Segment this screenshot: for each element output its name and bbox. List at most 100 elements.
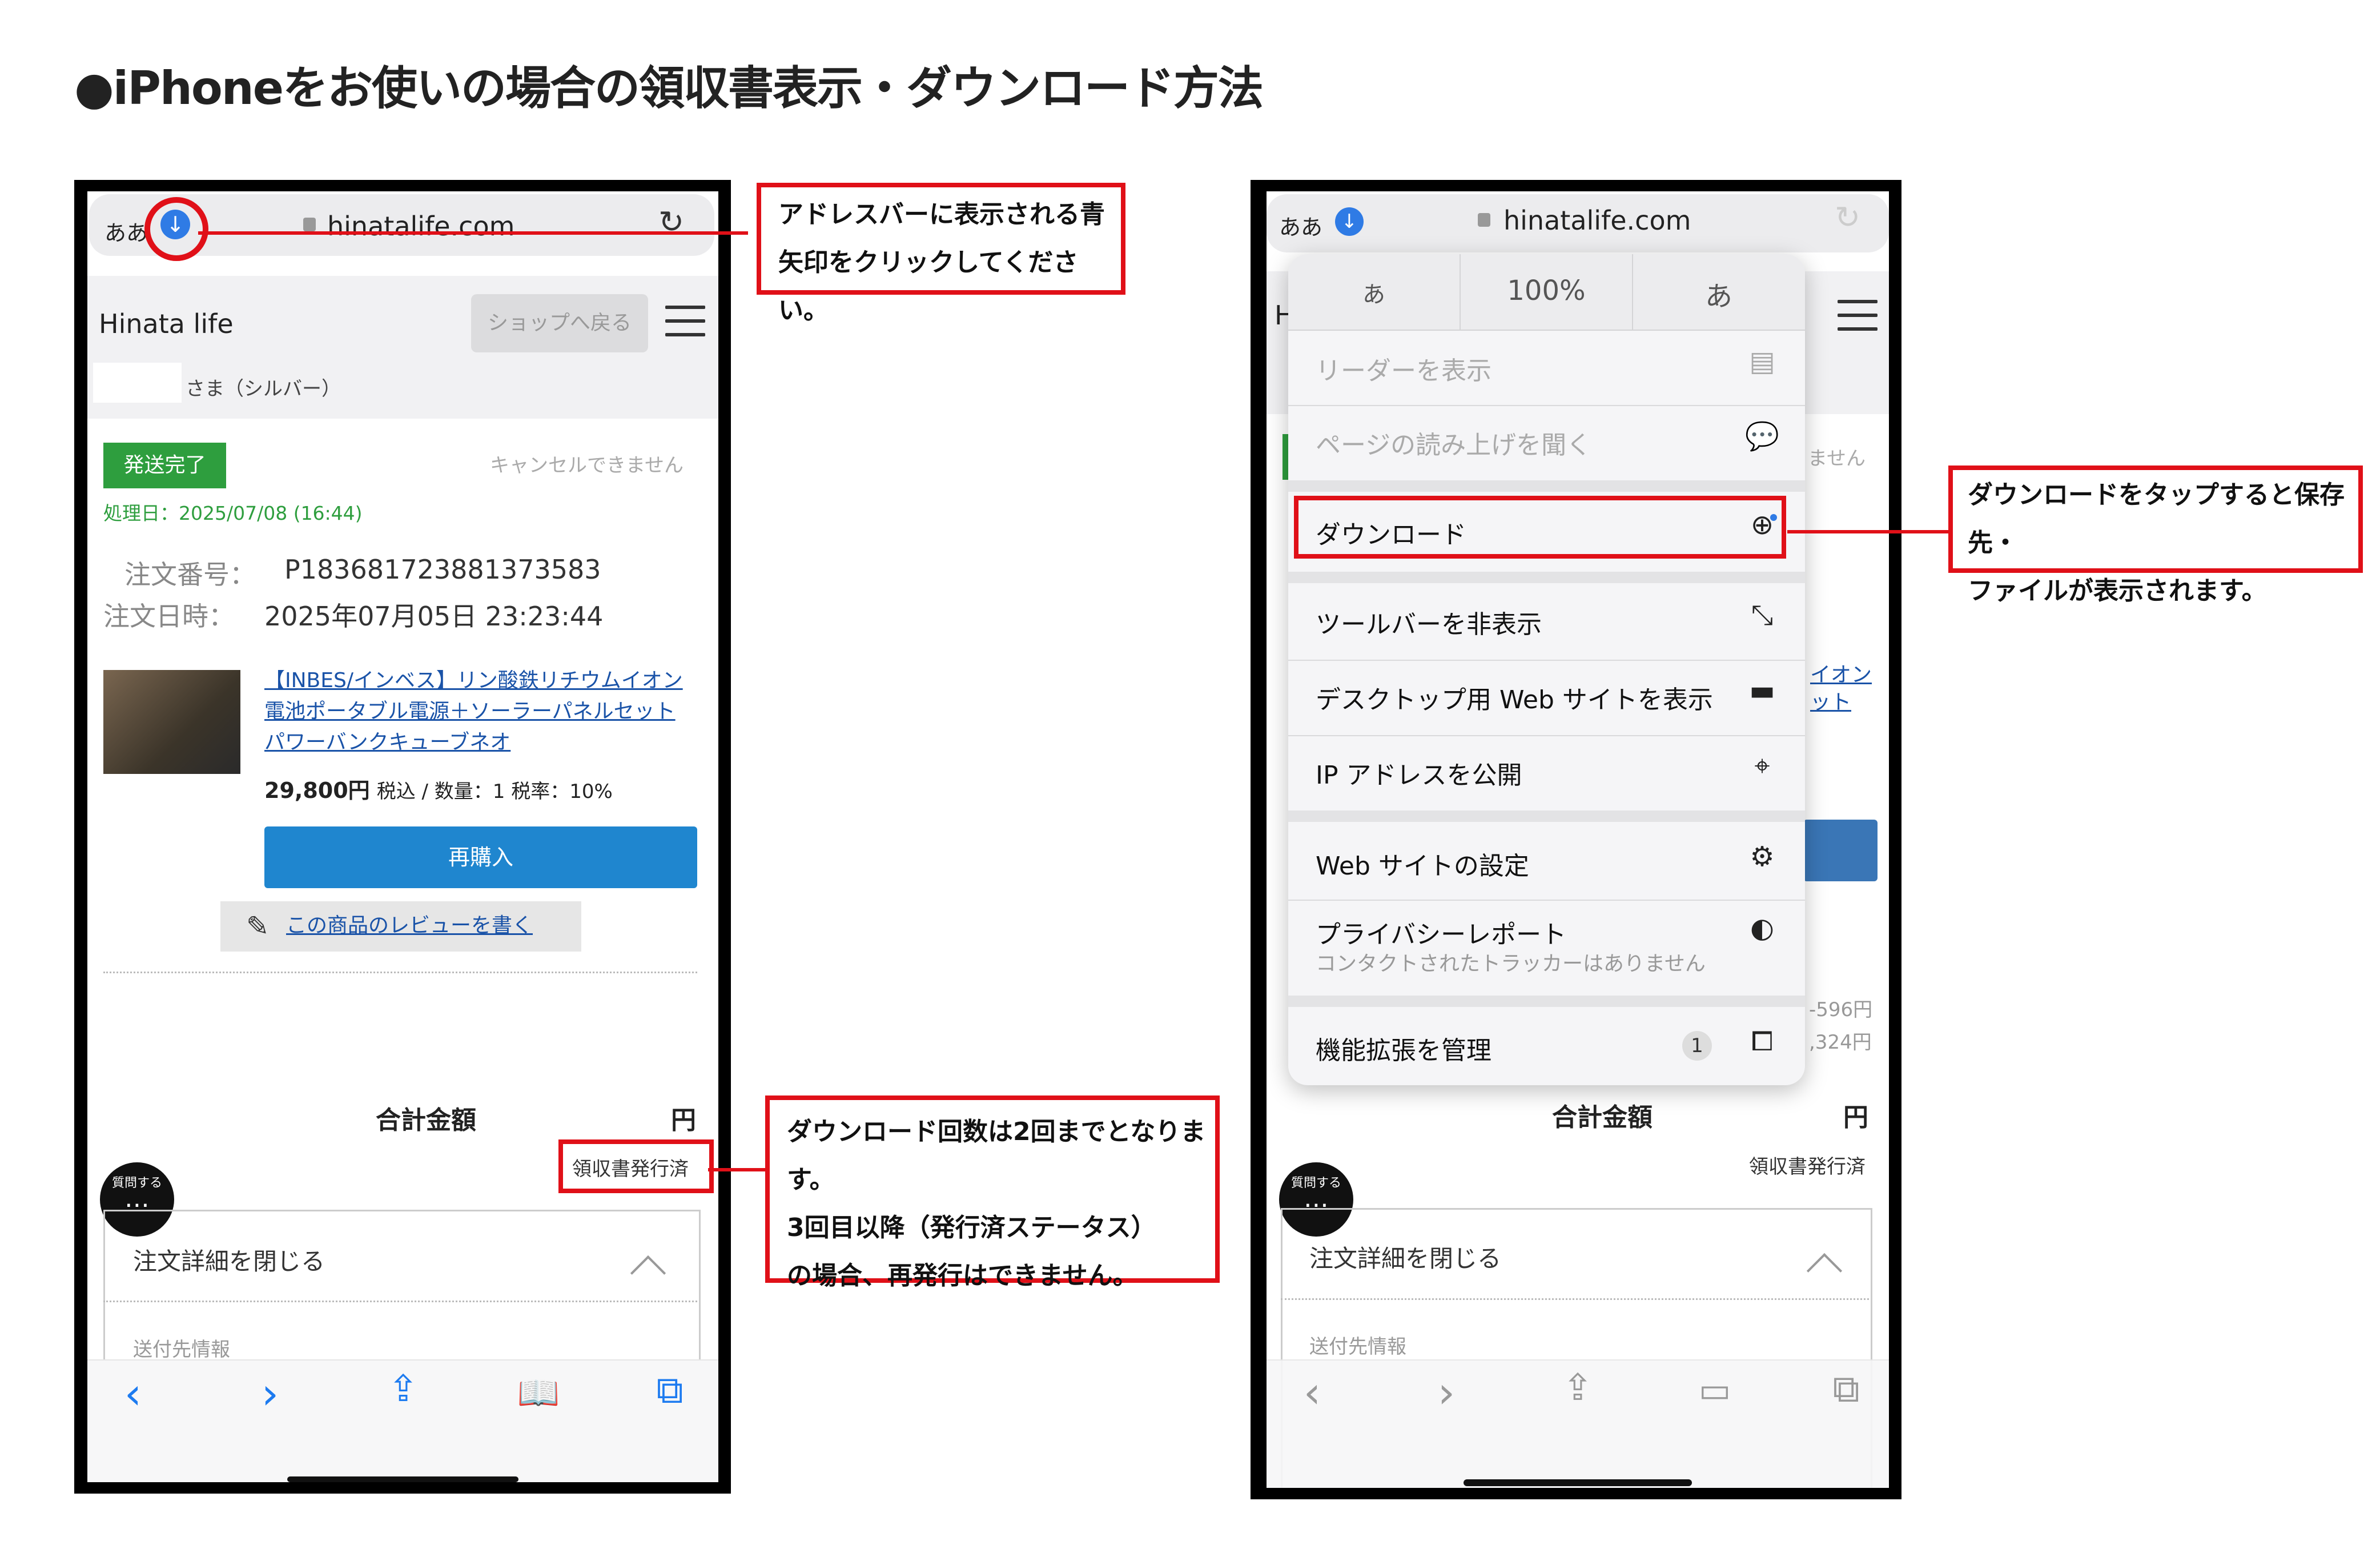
- shop-brand[interactable]: Hinata life: [99, 308, 234, 339]
- bookmarks-icon[interactable]: 📖: [510, 1373, 567, 1413]
- product-title-line[interactable]: 電池ポータブル電源＋ソーラーパネルセット: [264, 696, 710, 727]
- menu-item-hide-toolbar[interactable]: ツールバーを非表示: [1316, 604, 1542, 640]
- annotation-line: アドレスバーに表示される青: [778, 200, 1105, 229]
- forward-icon[interactable]: ›: [1424, 1367, 1469, 1418]
- back-icon[interactable]: ‹: [1289, 1367, 1335, 1418]
- divider: [1281, 1298, 1869, 1300]
- reader-aa-button[interactable]: ああ: [1279, 210, 1322, 241]
- divider: [1288, 900, 1805, 901]
- review-link[interactable]: この商品のレビューを書く: [286, 910, 533, 941]
- forward-icon[interactable]: ›: [247, 1368, 293, 1419]
- product-thumbnail[interactable]: [103, 670, 240, 774]
- menu-item-ip-address[interactable]: IP アドレスを公開: [1316, 755, 1522, 791]
- annotation-text: ダウンロード回数は2回までとなります。 3回目以降（発行済ステータス） の場合、…: [787, 1108, 1215, 1300]
- divider: [1288, 735, 1805, 736]
- speech-icon: 💬: [1745, 420, 1779, 452]
- receipt-highlight[interactable]: 領収書発行済: [558, 1139, 714, 1193]
- decrease-font-button[interactable]: あ: [1288, 276, 1460, 309]
- tabs-icon[interactable]: ⧉: [641, 1368, 698, 1413]
- annotation-line: 3回目以降（発行済ステータス）: [787, 1213, 1156, 1242]
- extension-count-badge: 1: [1682, 1031, 1712, 1061]
- gear-icon: ⚙: [1750, 841, 1775, 873]
- close-details-button[interactable]: 注文詳細を閉じる: [1309, 1239, 1501, 1274]
- hamburger-menu-icon[interactable]: [665, 306, 705, 347]
- product-title-line[interactable]: パワーバンクキューブネオ: [264, 727, 710, 758]
- left-phone-screen: ああ ↓ hinatalife.com ↻ Hinata life ショップへ戻…: [87, 191, 718, 1482]
- reload-icon[interactable]: ↻: [1835, 199, 1860, 235]
- customer-rank: さま（シルバー）: [186, 378, 341, 400]
- customer-name-mask: [93, 363, 182, 403]
- menu-item-desktop-site[interactable]: デスクトップ用 Web サイトを表示: [1316, 679, 1713, 716]
- product-price-row: 29,800円 税込 / 数量：1 税率：10%: [264, 773, 613, 804]
- total-label: 合計金額: [376, 1106, 476, 1135]
- divider: [1288, 660, 1805, 661]
- product-title-line[interactable]: 【INBES/インベス】リン酸鉄リチウムイオン: [264, 665, 710, 696]
- menu-item-privacy-report[interactable]: プライバシーレポート: [1316, 914, 1566, 950]
- product-link-fragment: イオン: [1810, 663, 1872, 687]
- order-number-label: 注文番号：: [124, 559, 256, 590]
- divider: [1288, 996, 1805, 1007]
- divider: [1288, 810, 1805, 822]
- product-price: 29,800円: [264, 778, 370, 803]
- divider: [1288, 572, 1805, 583]
- pencil-icon: ✎: [246, 910, 270, 942]
- lock-icon: [303, 218, 316, 231]
- back-to-shop-button[interactable]: ショップへ戻る: [471, 294, 648, 352]
- product-link-fragment: ット: [1810, 691, 1852, 714]
- annotation-count-note: ダウンロード回数は2回までとなります。 3回目以降（発行済ステータス） の場合、…: [765, 1095, 1220, 1290]
- annotation-arrow-note: アドレスバーに表示される青 矢印をクリックしてください。: [757, 183, 1125, 325]
- reader-aa-button[interactable]: ああ: [104, 215, 148, 247]
- blue-dot-indicator: [1770, 514, 1777, 521]
- subtotal-amount: ,324円: [1809, 1031, 1872, 1054]
- highlight-circle: [144, 197, 208, 261]
- reader-icon: ▤: [1749, 346, 1775, 378]
- annotation-line: 矢印をクリックしてください。: [778, 248, 1079, 325]
- product-meta: 税込 / 数量：1 税率：10%: [376, 780, 613, 803]
- order-date-value: 2025年07月05日 23:23:44: [264, 601, 604, 632]
- status-badge: 発送完了: [103, 443, 226, 488]
- close-details-button[interactable]: 注文詳細を閉じる: [133, 1242, 325, 1277]
- share-icon[interactable]: ⇪: [377, 1368, 429, 1410]
- address-domain[interactable]: hinatalife.com: [327, 211, 514, 242]
- ship-info-label: 送付先情報: [133, 1338, 230, 1361]
- home-indicator: [287, 1476, 518, 1482]
- order-date-label: 注文日時：: [103, 601, 235, 632]
- bookmarks-icon[interactable]: ▭: [1686, 1370, 1743, 1410]
- receipt-status[interactable]: 領収書発行済: [572, 1153, 689, 1181]
- chat-label: 質問する: [111, 1176, 162, 1190]
- zoom-level[interactable]: 100%: [1461, 275, 1632, 307]
- callout-line: [198, 231, 748, 235]
- page-menu-popup: あ 100% あ リーダーを表示 ▤ ページの読み上げを聞く 💬 ダウンロード …: [1288, 254, 1805, 1085]
- annotation-line: ダウンロードをタップすると保存先・: [1968, 480, 2345, 557]
- menu-item-reader[interactable]: リーダーを表示: [1316, 350, 1491, 387]
- divider: [1288, 405, 1805, 406]
- shield-icon: ◐: [1750, 912, 1774, 944]
- menu-item-extensions[interactable]: 機能拡張を管理: [1316, 1030, 1491, 1066]
- page-heading: ●iPhoneをお使いの場合の領収書表示・ダウンロード方法: [74, 62, 1264, 115]
- annotation-text: アドレスバーに表示される青 矢印をクリックしてください。: [778, 191, 1121, 335]
- ship-info-label: 送付先情報: [1309, 1335, 1406, 1358]
- download-highlight: [1294, 496, 1786, 559]
- rebuy-button[interactable]: 再購入: [264, 826, 697, 888]
- download-arrow-icon[interactable]: ↓: [1335, 207, 1364, 236]
- back-icon[interactable]: ‹: [110, 1368, 156, 1419]
- menu-item-speech[interactable]: ページの読み上げを聞く: [1316, 424, 1591, 461]
- annotation-line: ダウンロード回数は2回までとなります。: [787, 1117, 1206, 1194]
- tabs-icon[interactable]: ⧉: [1818, 1367, 1875, 1412]
- discount-amount: -596円: [1809, 998, 1873, 1021]
- total-unit: 円: [671, 1106, 696, 1135]
- product-title-link[interactable]: 【INBES/インベス】リン酸鉄リチウムイオン 電池ポータブル電源＋ソーラーパネ…: [264, 665, 710, 758]
- divider: [103, 1301, 697, 1302]
- increase-font-button[interactable]: あ: [1633, 274, 1804, 314]
- home-indicator: [1464, 1479, 1692, 1486]
- rebuy-button-fragment: [1803, 820, 1878, 881]
- menu-item-site-settings[interactable]: Web サイトの設定: [1316, 845, 1529, 882]
- address-domain[interactable]: hinatalife.com: [1503, 205, 1691, 236]
- share-icon[interactable]: ⇪: [1552, 1367, 1603, 1409]
- hamburger-menu-icon[interactable]: [1838, 300, 1878, 341]
- receipt-status[interactable]: 領収書発行済: [1749, 1151, 1866, 1179]
- processed-date: 処理日：2025/07/08 (16:44): [103, 502, 363, 524]
- location-icon: ⌖: [1754, 750, 1770, 782]
- review-button[interactable]: ✎ この商品のレビューを書く: [220, 901, 581, 952]
- resize-icon: ⤡: [1751, 599, 1774, 631]
